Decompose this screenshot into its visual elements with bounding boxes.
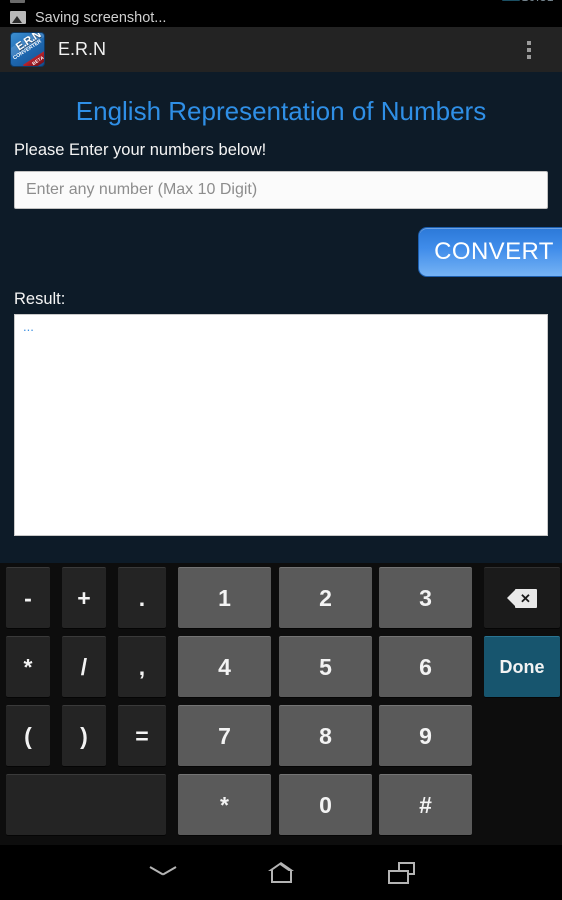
key-)[interactable]: ) [62,705,106,766]
notification-text: Saving screenshot... [35,9,167,26]
key-2[interactable]: 2 [279,567,372,628]
key-#[interactable]: # [379,774,472,835]
hide-keyboard-button[interactable] [108,845,218,900]
key-5[interactable]: 5 [279,636,372,697]
key-.[interactable]: . [118,567,166,628]
keyboard-row: * /, 4 5 6 Done [0,632,562,701]
key-=[interactable]: = [118,705,166,766]
key-/[interactable]: / [62,636,106,697]
home-icon [267,862,295,883]
key-,[interactable]: , [118,636,166,697]
status-bar: 10:31 Saving screenshot... [0,0,562,27]
home-button[interactable] [226,845,336,900]
key-blank [6,774,166,835]
key-8[interactable]: 8 [279,705,372,766]
recent-apps-icon [387,861,415,884]
app-content: English Representation of Numbers Please… [0,72,562,563]
key-*[interactable]: * [178,774,271,835]
key--[interactable]: - [6,567,50,628]
chevron-down-icon [150,866,176,879]
overflow-dot [527,54,531,59]
battery-icon [502,0,520,1]
image-icon [10,11,26,24]
action-bar: E.R.N CONVERTER BETA E.R.N [0,27,562,72]
key-+[interactable]: + [62,567,106,628]
numeric-keyboard: - +. 1 2 3 ✕ * /, 4 5 6 Done() = 7 8 9 * 0 # [0,563,562,845]
backspace-icon: ✕ [507,588,537,608]
screenshot-icon [10,0,25,3]
navigation-bar [0,845,562,900]
result-output[interactable]: ... [14,314,548,536]
key-7[interactable]: 7 [178,705,271,766]
key-1[interactable]: 1 [178,567,271,628]
key-4[interactable]: 4 [178,636,271,697]
key-([interactable]: ( [6,705,50,766]
result-label: Result: [14,290,66,308]
key-0[interactable]: 0 [279,774,372,835]
recent-apps-button[interactable] [346,845,456,900]
key-6[interactable]: 6 [379,636,472,697]
number-input[interactable] [14,171,548,209]
key-backspace[interactable]: ✕ [484,567,560,628]
keyboard-row: * 0 # [0,770,562,839]
status-bar-clock: 10:31 [521,0,554,4]
convert-button[interactable]: CONVERT [418,227,562,277]
key-3[interactable]: 3 [379,567,472,628]
overflow-dot [527,47,531,52]
keyboard-row: () = 7 8 9 [0,701,562,770]
input-instruction: Please Enter your numbers below! [14,141,267,159]
app-title: E.R.N [58,39,107,59]
key-Done[interactable]: Done [484,636,560,697]
overflow-menu-icon[interactable] [518,35,540,65]
overflow-dot [527,40,531,45]
app-logo-icon: E.R.N CONVERTER BETA [10,32,45,67]
page-title: English Representation of Numbers [75,96,487,126]
key-9[interactable]: 9 [379,705,472,766]
device-screen: 10:31 Saving screenshot... E.R.N CONVERT… [0,0,562,900]
keyboard-row: - +. 1 2 3 ✕ [0,563,562,632]
key-*[interactable]: * [6,636,50,697]
status-bar-top-row: 10:31 [0,0,562,4]
notification-saving-screenshot[interactable]: Saving screenshot... [0,8,562,27]
convert-button-row: CONVERT [0,227,562,277]
